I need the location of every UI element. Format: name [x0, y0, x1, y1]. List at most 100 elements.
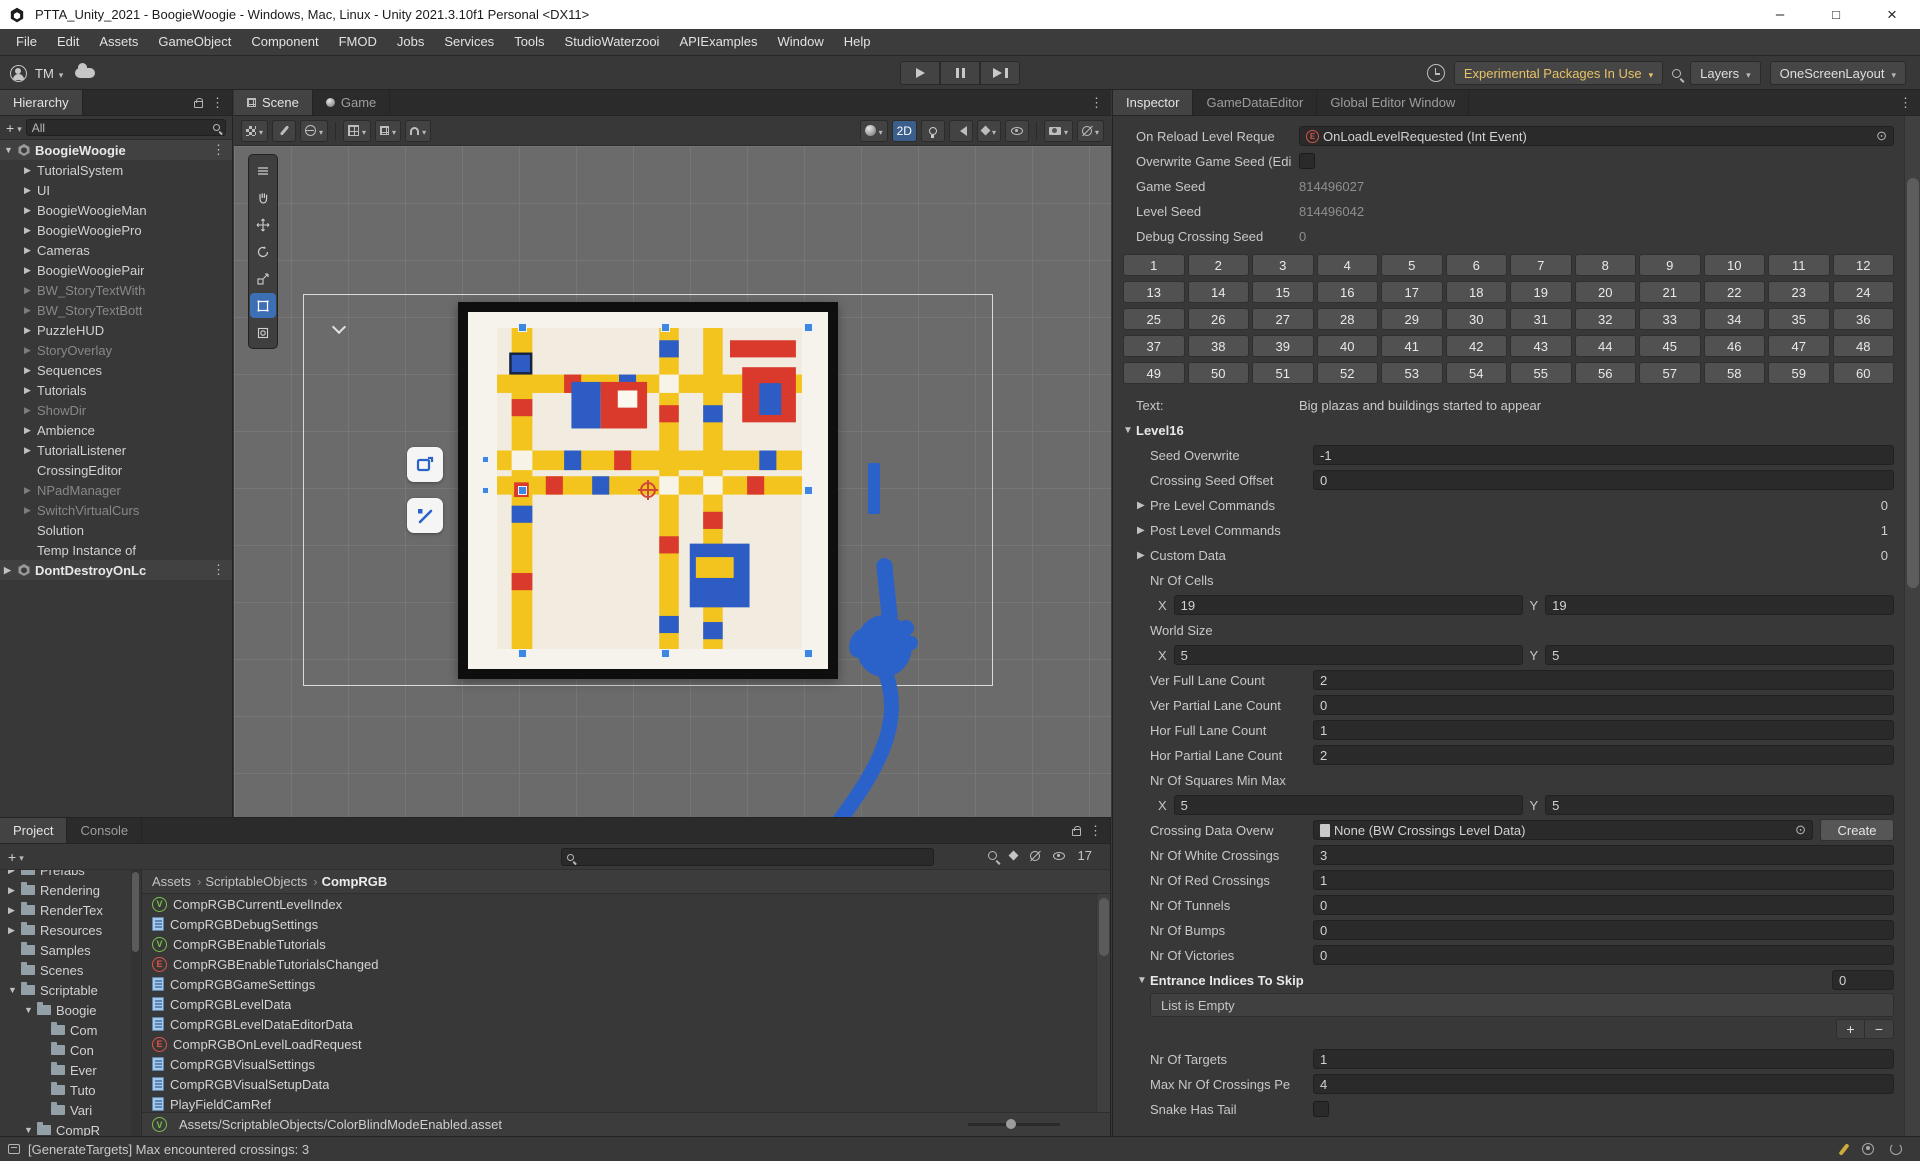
add-element-button[interactable]: + — [1837, 1020, 1865, 1038]
lock-icon[interactable] — [194, 97, 203, 108]
favorites-star-icon[interactable] — [1029, 850, 1040, 861]
folder-item[interactable]: Com — [0, 1020, 141, 1040]
selection-handle[interactable] — [482, 487, 489, 494]
file-item[interactable]: CompRGBCurrentLevelIndex — [142, 894, 1096, 914]
level-button[interactable]: 30 — [1445, 308, 1507, 330]
expand-arrow-icon[interactable] — [24, 265, 37, 276]
grid-visibility-button[interactable] — [343, 119, 372, 142]
menu-item[interactable]: Assets — [89, 29, 148, 55]
rotate-tool-button[interactable] — [250, 239, 276, 264]
hierarchy-item[interactable]: Tutorials — [0, 380, 232, 400]
value-field[interactable]: -1 — [1313, 445, 1894, 465]
hierarchy-item[interactable]: BoogieWoogiePro — [0, 220, 232, 240]
object-picker-icon[interactable] — [1876, 128, 1887, 144]
selection-handle[interactable] — [482, 456, 489, 463]
level-button[interactable]: 40 — [1316, 335, 1378, 357]
expand-arrow-icon[interactable] — [24, 285, 37, 296]
tab-game[interactable]: Game — [313, 90, 391, 115]
value-field[interactable]: 2 — [1313, 670, 1894, 690]
level-button[interactable]: 37 — [1123, 335, 1185, 357]
expand-arrow-icon[interactable] — [8, 905, 21, 916]
level-button[interactable]: 38 — [1187, 335, 1249, 357]
hierarchy-item[interactable]: Sequences — [0, 360, 232, 380]
level-button[interactable]: 46 — [1703, 335, 1765, 357]
expand-arrow-icon[interactable] — [8, 925, 21, 936]
level-button[interactable]: 49 — [1123, 362, 1185, 384]
panel-menu-icon[interactable] — [211, 95, 224, 111]
value-field[interactable]: 0 — [1313, 895, 1894, 915]
level-button[interactable]: 55 — [1510, 362, 1572, 384]
panel-menu-icon[interactable] — [1089, 823, 1102, 839]
level-button[interactable]: 43 — [1510, 335, 1572, 357]
folder-item[interactable]: Vari — [0, 1100, 141, 1120]
level-button[interactable]: 60 — [1832, 362, 1894, 384]
expand-arrow-icon[interactable] — [4, 565, 17, 576]
level-button[interactable]: 14 — [1187, 281, 1249, 303]
selection-handle[interactable] — [518, 486, 527, 495]
file-item[interactable]: CompRGBLevelData — [142, 994, 1096, 1014]
level-button[interactable]: 31 — [1510, 308, 1572, 330]
maximize-button[interactable] — [1808, 0, 1864, 29]
search-by-type-icon[interactable] — [987, 851, 997, 860]
level-button[interactable]: 35 — [1768, 308, 1830, 330]
hierarchy-item[interactable]: SwitchVirtualCurs — [0, 500, 232, 520]
expand-arrow-icon[interactable] — [8, 885, 21, 896]
hierarchy-item[interactable]: CrossingEditor — [0, 460, 232, 480]
level-button[interactable]: 28 — [1316, 308, 1378, 330]
panel-menu-icon[interactable] — [1899, 95, 1912, 111]
checkbox[interactable] — [1313, 1101, 1329, 1117]
move-tool-button[interactable] — [250, 212, 276, 237]
array-size-value[interactable]: 0 — [1881, 548, 1894, 563]
hierarchy-item[interactable]: Ambience — [0, 420, 232, 440]
folder-item[interactable]: Scriptable — [0, 980, 141, 1000]
folder-item[interactable]: Con — [0, 1040, 141, 1060]
level-button[interactable]: 24 — [1832, 281, 1894, 303]
hierarchy-item[interactable]: DontDestroyOnLc ⋮ — [0, 560, 232, 580]
project-search-input[interactable] — [561, 848, 934, 866]
value-field[interactable]: 2 — [1313, 745, 1894, 765]
hierarchy-item[interactable]: NPadManager — [0, 480, 232, 500]
snap-magnet-button[interactable] — [405, 119, 432, 142]
file-item[interactable]: PlayFieldCamRef — [142, 1094, 1096, 1112]
level-button[interactable]: 54 — [1445, 362, 1507, 384]
menu-item[interactable]: StudioWaterzooi — [555, 29, 670, 55]
tool-settings-button[interactable] — [241, 119, 269, 142]
expand-arrow-icon[interactable] — [24, 225, 37, 236]
inspector-tab[interactable]: Global Editor Window — [1317, 90, 1470, 115]
file-item[interactable]: CompRGBVisualSettings — [142, 1054, 1096, 1074]
level-button[interactable]: 33 — [1639, 308, 1701, 330]
folder-item[interactable]: CompR — [0, 1120, 141, 1136]
expand-arrow-icon[interactable] — [24, 485, 37, 496]
hierarchy-item[interactable]: Temp Instance of — [0, 540, 232, 560]
level-button[interactable]: 36 — [1832, 308, 1894, 330]
selection-handle[interactable] — [661, 649, 670, 658]
foldout-arrow-icon[interactable] — [1123, 425, 1136, 436]
folder-scrollbar[interactable] — [131, 870, 140, 1136]
menu-item[interactable]: Edit — [47, 29, 89, 55]
y-field[interactable]: 5 — [1545, 795, 1894, 815]
foldout-arrow-icon[interactable] — [1137, 525, 1150, 536]
level-button[interactable]: 19 — [1510, 281, 1572, 303]
selection-handle[interactable] — [804, 486, 813, 495]
hierarchy-item[interactable]: Solution — [0, 520, 232, 540]
folder-item[interactable]: Samples — [0, 940, 141, 960]
expand-arrow-icon[interactable] — [24, 405, 37, 416]
level-button[interactable]: 50 — [1187, 362, 1249, 384]
rect-tool-button[interactable] — [250, 293, 276, 318]
level-button[interactable]: 39 — [1252, 335, 1314, 357]
pivot-gizmo[interactable] — [638, 480, 658, 500]
create-object-button[interactable] — [6, 120, 22, 136]
camera-settings-dropdown[interactable] — [1043, 119, 1073, 142]
step-button[interactable] — [980, 61, 1020, 85]
menu-item[interactable]: FMOD — [329, 29, 387, 55]
selection-handle[interactable] — [661, 323, 670, 332]
menu-item[interactable]: GameObject — [148, 29, 241, 55]
level-button[interactable]: 15 — [1252, 281, 1314, 303]
panel-menu-icon[interactable] — [1090, 95, 1103, 111]
hierarchy-item[interactable]: Cameras — [0, 240, 232, 260]
level-button[interactable]: 45 — [1639, 335, 1701, 357]
draw-mode-button[interactable] — [272, 119, 297, 142]
level-button[interactable]: 16 — [1316, 281, 1378, 303]
expand-arrow-icon[interactable] — [24, 185, 37, 196]
expand-arrow-icon[interactable] — [24, 165, 37, 176]
